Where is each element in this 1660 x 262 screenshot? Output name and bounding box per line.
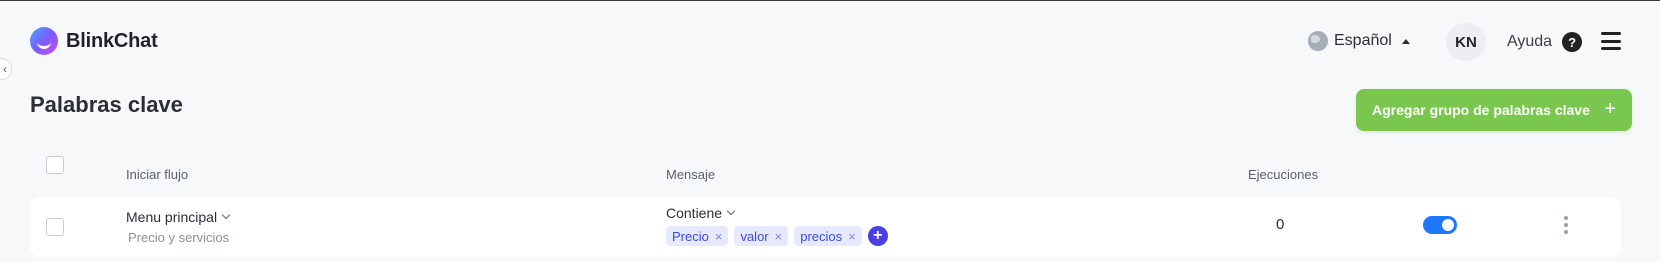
add-button-label: Agregar grupo de palabras clave: [1372, 102, 1590, 118]
condition-selector[interactable]: Contiene: [666, 205, 736, 221]
remove-tag-icon[interactable]: ×: [848, 229, 856, 244]
chevron-down-icon: [221, 210, 231, 220]
column-header-message: Mensaje: [666, 167, 716, 182]
remove-tag-icon[interactable]: ×: [715, 229, 723, 244]
language-label: Español: [1334, 32, 1392, 49]
help-button[interactable]: Ayuda ?: [1507, 32, 1583, 52]
language-selector[interactable]: Español: [1308, 31, 1410, 51]
chevron-down-icon: [726, 206, 736, 216]
app-name: BlinkChat: [66, 29, 158, 52]
help-label: Ayuda: [1507, 33, 1553, 50]
keyword-tags: Precio × valor × precios × +: [666, 226, 888, 246]
select-all-checkbox[interactable]: [46, 156, 64, 174]
add-keyword-button[interactable]: +: [867, 226, 888, 246]
question-icon: ?: [1562, 32, 1583, 52]
row-checkbox[interactable]: [46, 218, 64, 236]
more-options-icon[interactable]: [1564, 216, 1568, 234]
globe-icon: [1308, 31, 1328, 51]
executions-count: 0: [1276, 216, 1285, 233]
keyword-tag: Precio ×: [666, 226, 729, 246]
app-logo[interactable]: BlinkChat: [30, 27, 158, 55]
condition-label: Contiene: [666, 205, 723, 221]
keyword-text: valor: [740, 228, 769, 244]
keyword-text: Precio: [672, 228, 709, 244]
keyword-text: precios: [800, 228, 843, 244]
logo-icon: [30, 27, 58, 55]
user-avatar[interactable]: KN: [1446, 23, 1486, 61]
remove-tag-icon[interactable]: ×: [775, 229, 783, 244]
chevron-left-icon: ‹: [3, 62, 7, 76]
flow-selector[interactable]: Menu principal: [126, 209, 231, 225]
enabled-toggle[interactable]: [1423, 216, 1457, 234]
keyword-tag: precios ×: [794, 226, 862, 246]
column-header-executions: Ejecuciones: [1248, 167, 1319, 182]
add-keyword-group-button[interactable]: Agregar grupo de palabras clave +: [1356, 89, 1632, 131]
flow-name: Menu principal: [126, 209, 218, 225]
page-title: Palabras clave: [30, 92, 183, 117]
keyword-tag: valor ×: [734, 226, 789, 246]
column-header-start-flow: Iniciar flujo: [126, 167, 189, 182]
plus-icon: +: [1604, 98, 1616, 120]
flow-subtitle: Precio y servicios: [128, 230, 230, 245]
sidebar-collapse-button[interactable]: ‹: [0, 58, 12, 80]
hamburger-menu-icon[interactable]: [1601, 32, 1621, 50]
caret-up-icon: [1401, 38, 1410, 44]
